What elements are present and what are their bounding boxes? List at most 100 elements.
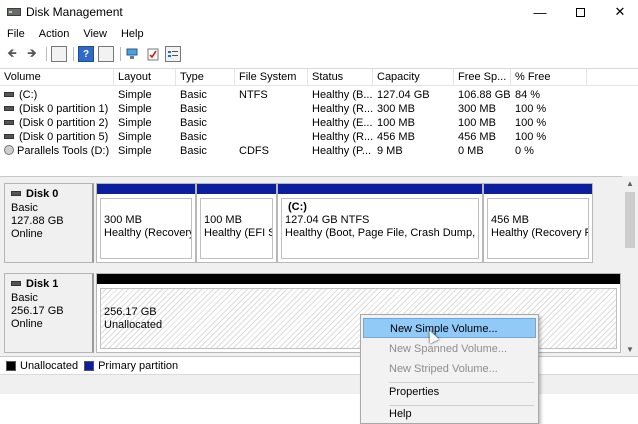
- cd-drive-icon: [4, 145, 14, 156]
- scroll-down-icon[interactable]: ▼: [622, 342, 638, 356]
- disk-graphical-view: Disk 0 Basic 127.88 GB Online 300 MB Hea…: [0, 176, 638, 356]
- show-hide-console-tree-button[interactable]: [51, 46, 67, 62]
- disk-icon: [11, 280, 21, 286]
- disk-1-label[interactable]: Disk 1 Basic 256.17 GB Online: [4, 273, 94, 353]
- close-button[interactable]: ✕: [600, 0, 638, 24]
- primary-partition-bar: [484, 184, 592, 194]
- cell-percent-free: 100 %: [515, 131, 547, 143]
- menu-new-simple-volume[interactable]: New Simple Volume...: [363, 318, 536, 338]
- menu-new-striped-volume: New Striped Volume...: [389, 363, 498, 375]
- forward-arrow-icon: 🡺: [27, 45, 37, 60]
- cell-capacity: 9 MB: [377, 145, 403, 157]
- minimize-icon: —: [533, 4, 547, 20]
- cell-percent-free: 84 %: [515, 89, 541, 101]
- legend-swatch-unallocated: [6, 360, 16, 371]
- toolbar-separator: [73, 47, 74, 61]
- connect-button[interactable]: [125, 46, 141, 62]
- cell-status: Healthy (R...: [312, 131, 373, 143]
- scroll-up-icon[interactable]: ▲: [622, 176, 638, 190]
- cell-file-system: [239, 130, 308, 144]
- disk-1-state: Online: [11, 318, 43, 330]
- primary-partition-bar: [197, 184, 276, 194]
- partition-efi[interactable]: 100 MB Healthy (EFI Sy: [196, 183, 277, 263]
- cell-status: Healthy (E...: [312, 117, 373, 129]
- cell-status: Healthy (P...: [312, 145, 372, 157]
- cell-layout: Simple: [118, 103, 152, 115]
- cell-capacity: 300 MB: [377, 103, 415, 115]
- disk-1-name: Disk 1: [26, 278, 59, 290]
- cell-type: Basic: [180, 131, 207, 143]
- cell-capacity: 100 MB: [377, 117, 415, 129]
- menu-properties[interactable]: Properties: [363, 382, 536, 402]
- back-button[interactable]: 🡸: [4, 46, 20, 62]
- maximize-button[interactable]: [560, 0, 600, 24]
- connect-icon: [126, 48, 138, 59]
- cell-volume: (C:): [19, 89, 38, 101]
- cell-percent-free: 100 %: [515, 117, 547, 129]
- partition-recovery-5[interactable]: 456 MB Healthy (Recovery Pa: [483, 183, 593, 263]
- partition-status: Healthy (Boot, Page File, Crash Dump, Pr…: [285, 227, 479, 239]
- title-bar: Disk Management — ✕: [0, 0, 638, 24]
- view-button[interactable]: [98, 46, 114, 62]
- menu-help[interactable]: Help: [114, 28, 151, 40]
- help-button[interactable]: ?: [78, 46, 94, 62]
- cell-free-space: 100 MB: [458, 117, 496, 129]
- table-row[interactable]: (Disk 0 partition 1) Simple Basic Health…: [0, 102, 638, 116]
- table-row[interactable]: (Disk 0 partition 5) Simple Basic Health…: [0, 130, 638, 144]
- context-menu: New Simple Volume... New Spanned Volume.…: [360, 314, 539, 424]
- disk-management-icon: [7, 6, 21, 18]
- column-header-percent-free[interactable]: % Free: [511, 69, 587, 86]
- properties-button[interactable]: [165, 46, 181, 62]
- scrollbar-thumb[interactable]: [625, 192, 635, 248]
- menu-view[interactable]: View: [76, 28, 114, 40]
- cell-status: Healthy (R...: [312, 103, 373, 115]
- maximize-icon: [575, 7, 585, 17]
- volume-icon: [4, 119, 14, 125]
- unallocated-space[interactable]: 256.17 GB Unallocated: [96, 273, 621, 353]
- cell-percent-free: 0 %: [515, 145, 534, 157]
- cell-free-space: 0 MB: [458, 145, 484, 157]
- cell-file-system: [239, 102, 308, 116]
- column-header-free-space[interactable]: Free Sp...: [454, 69, 511, 86]
- column-header-capacity[interactable]: Capacity: [373, 69, 454, 86]
- forward-button[interactable]: 🡺: [24, 46, 40, 62]
- minimize-button[interactable]: —: [520, 0, 560, 24]
- checklist-button[interactable]: [145, 46, 161, 62]
- disk-1-type: Basic: [11, 292, 38, 304]
- cell-file-system: NTFS: [239, 89, 268, 101]
- menu-help-item[interactable]: Help: [363, 404, 536, 424]
- menu-action[interactable]: Action: [32, 28, 77, 40]
- partition-status: Healthy (Recovery Pa: [491, 227, 589, 239]
- cell-type: Basic: [180, 89, 207, 101]
- vertical-scrollbar[interactable]: ▲ ▼: [622, 176, 638, 356]
- primary-partition-bar: [278, 184, 482, 194]
- partition-size: 300 MB: [104, 214, 142, 226]
- partition-recovery-1[interactable]: 300 MB Healthy (Recovery I: [96, 183, 196, 263]
- checklist-icon: [147, 48, 159, 60]
- table-row[interactable]: (Disk 0 partition 2) Simple Basic Health…: [0, 116, 638, 130]
- disk-1-size: 256.17 GB: [11, 305, 64, 317]
- column-header-layout[interactable]: Layout: [114, 69, 176, 86]
- disk-0-label[interactable]: Disk 0 Basic 127.88 GB Online: [4, 183, 94, 263]
- volume-list-header: Volume Layout Type File System Status Ca…: [0, 69, 638, 86]
- cell-file-system: CDFS: [239, 145, 269, 157]
- legend: Unallocated Primary partition: [0, 356, 638, 374]
- column-header-file-system[interactable]: File System: [235, 69, 308, 86]
- cell-file-system: [239, 116, 308, 130]
- toolbar-separator: [46, 47, 47, 61]
- table-row[interactable]: (C:) Simple Basic NTFS Healthy (B... 127…: [0, 88, 638, 102]
- menu-file[interactable]: File: [0, 28, 32, 40]
- disk-0-name: Disk 0: [26, 188, 59, 200]
- table-row[interactable]: Parallels Tools (D:) Simple Basic CDFS H…: [0, 144, 638, 158]
- column-header-volume[interactable]: Volume: [0, 69, 114, 86]
- partition-c-drive[interactable]: (C:) 127.04 GB NTFS Healthy (Boot, Page …: [277, 183, 483, 263]
- legend-primary-partition: Primary partition: [98, 359, 179, 372]
- partition-size: 100 MB: [204, 214, 242, 226]
- partition-status: Healthy (EFI Sy: [204, 227, 272, 239]
- column-header-type[interactable]: Type: [176, 69, 235, 86]
- disk-0-state: Online: [11, 228, 43, 240]
- cell-free-space: 456 MB: [458, 131, 496, 143]
- column-header-status[interactable]: Status: [308, 69, 373, 86]
- cell-type: Basic: [180, 117, 207, 129]
- back-arrow-icon: 🡸: [7, 45, 17, 60]
